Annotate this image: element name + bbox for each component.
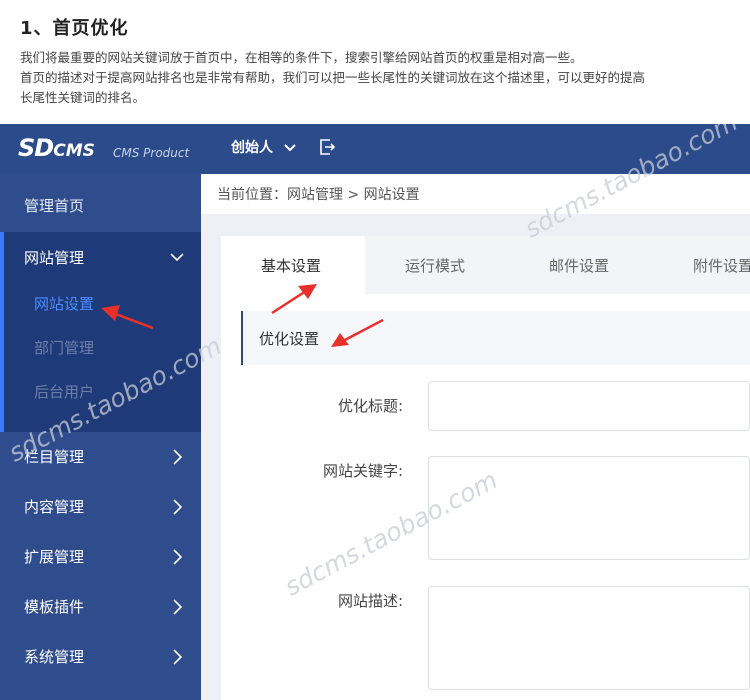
sidebar-item-content[interactable]: 内容管理: [0, 481, 201, 531]
logo-subtitle: CMS Product: [113, 146, 190, 160]
logout-icon[interactable]: [318, 138, 336, 156]
description-line: 我们将最重要的网站关键词放于首页中，在相等的条件下，搜索引擎给网站首页的权重是相…: [20, 50, 583, 65]
breadcrumb-text: 当前位置：网站管理 > 网站设置: [217, 187, 420, 203]
chevron-down-icon: [170, 253, 184, 262]
sidebar: 管理首页 网站管理 网站设置 部门管理 后台用户 栏目管理 内容管理 扩展管理 …: [0, 174, 201, 700]
seo-title-input[interactable]: [428, 381, 750, 431]
site-description-textarea[interactable]: [428, 586, 750, 690]
sidebar-item-site-management[interactable]: 网站管理: [0, 232, 201, 282]
sidebar-sub-admin-users[interactable]: 后台用户: [34, 381, 94, 402]
user-menu[interactable]: 创始人: [231, 137, 296, 157]
tab-attachment-settings[interactable]: 附件设置: [653, 236, 750, 294]
article-title: 1、首页优化: [20, 18, 129, 39]
settings-panel: 基本设置 运行模式 邮件设置 附件设置 优化设置 优化标题: 网站关键字: 网站…: [221, 236, 750, 700]
chevron-right-icon: [173, 549, 183, 565]
chevron-right-icon: [173, 499, 183, 515]
top-bar: SDCMS CMS Product 创始人: [0, 124, 750, 174]
tab-mail-settings[interactable]: 邮件设置: [509, 236, 653, 294]
chevron-right-icon: [173, 599, 183, 615]
tab-bar: 基本设置 运行模式 邮件设置 附件设置: [221, 236, 750, 294]
section-title: 优化设置: [259, 330, 320, 348]
breadcrumb: 当前位置：网站管理 > 网站设置: [201, 174, 750, 214]
tab-basic-settings[interactable]: 基本设置: [221, 236, 365, 294]
sidebar-sub-departments[interactable]: 部门管理: [34, 337, 94, 358]
site-keywords-textarea[interactable]: [428, 456, 750, 560]
sidebar-item-templates[interactable]: 模板插件: [0, 581, 201, 631]
sdcms-logo: SDCMS: [18, 134, 95, 162]
cms-admin-screenshot: SDCMS CMS Product 创始人 管理首页 网站管理 网站设置 部门管…: [0, 124, 750, 700]
article-header: 1、首页优化 我们将最重要的网站关键词放于首页中，在相等的条件下，搜索引擎给网站…: [0, 0, 750, 124]
sidebar-item-extensions[interactable]: 扩展管理: [0, 531, 201, 581]
description-line: 首页的描述对于提高网站排名也是非常有帮助，我们可以把一些长尾性的关键词放在这个描…: [20, 70, 646, 85]
section-header-optimization: 优化设置: [241, 311, 750, 365]
tab-run-mode[interactable]: 运行模式: [365, 236, 509, 294]
chevron-down-icon: [284, 144, 296, 152]
sidebar-item-columns[interactable]: 栏目管理: [0, 431, 201, 481]
chevron-right-icon: [173, 649, 183, 665]
description-line: 长尾性关键词的排名。: [20, 90, 146, 105]
site-description-label: 网站描述:: [338, 592, 404, 610]
sidebar-sub-site-settings[interactable]: 网站设置: [34, 293, 94, 314]
article-description: 我们将最重要的网站关键词放于首页中，在相等的条件下，搜索引擎给网站首页的权重是相…: [20, 48, 720, 108]
chevron-right-icon: [173, 449, 183, 465]
seo-title-label: 优化标题:: [338, 397, 404, 415]
site-keywords-label: 网站关键字:: [323, 462, 404, 480]
user-name: 创始人: [231, 140, 273, 156]
sidebar-group-site: 网站管理 网站设置 部门管理 后台用户: [0, 232, 201, 432]
sidebar-item-system[interactable]: 系统管理: [0, 631, 201, 681]
sidebar-item-home[interactable]: 管理首页: [0, 180, 201, 230]
